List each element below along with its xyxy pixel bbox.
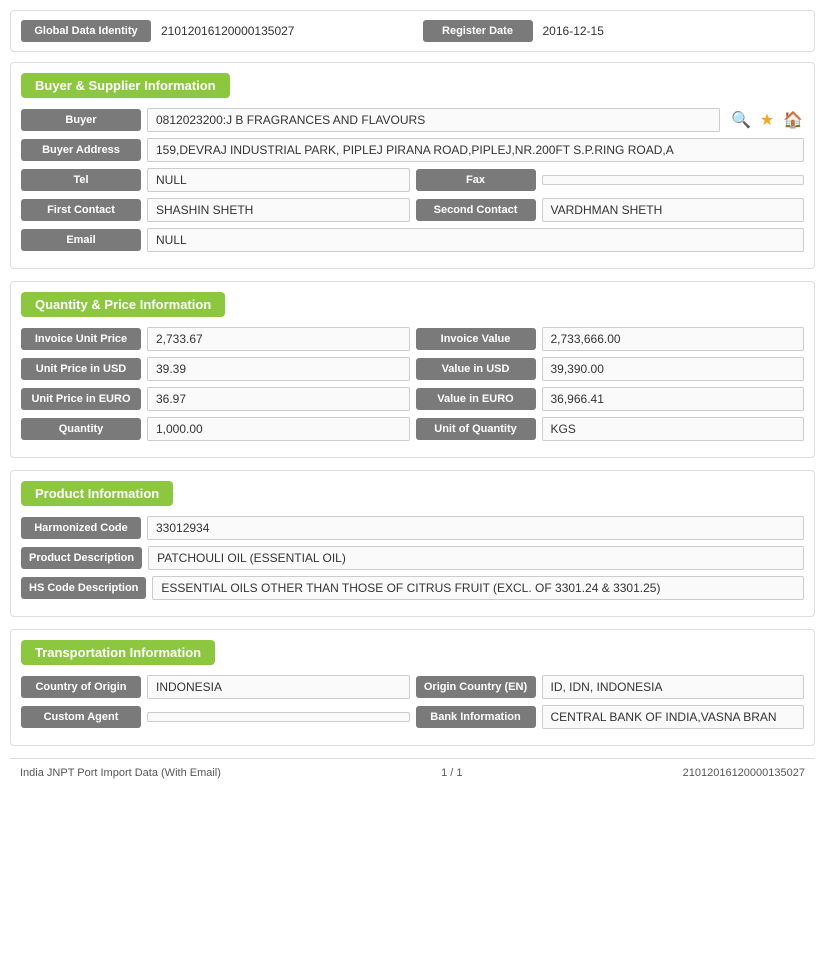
country-origin-row: Country of Origin INDONESIA Origin Count…	[21, 675, 804, 699]
reg-date-label: Register Date	[423, 20, 533, 42]
footer-center: 1 / 1	[441, 767, 462, 779]
origin-country-en-value: ID, IDN, INDONESIA	[542, 675, 805, 699]
buyer-icons: 🔍 ★ 🏠	[730, 109, 804, 131]
tel-fax-row: Tel NULL Fax	[21, 168, 804, 192]
origin-country-en-label: Origin Country (EN)	[416, 676, 536, 698]
value-usd-value: 39,390.00	[542, 357, 805, 381]
home-icon[interactable]: 🏠	[782, 109, 804, 131]
value-euro-value: 36,966.41	[542, 387, 805, 411]
country-of-origin-label: Country of Origin	[21, 676, 141, 698]
harmonized-code-value: 33012934	[147, 516, 804, 540]
hs-code-description-row: HS Code Description ESSENTIAL OILS OTHER…	[21, 576, 804, 600]
tel-label: Tel	[21, 169, 141, 191]
harmonized-code-row: Harmonized Code 33012934	[21, 516, 804, 540]
invoice-value-label: Invoice Value	[416, 328, 536, 350]
gdi-label: Global Data Identity	[21, 20, 151, 42]
footer-right: 21012016120000135027	[683, 767, 805, 779]
gdi-value: 21012016120000135027	[151, 19, 423, 43]
star-icon[interactable]: ★	[756, 109, 778, 131]
country-of-origin-value: INDONESIA	[147, 675, 410, 699]
fax-value	[542, 175, 805, 185]
unit-of-quantity-value: KGS	[542, 417, 805, 441]
quantity-value: 1,000.00	[147, 417, 410, 441]
quantity-row: Quantity 1,000.00 Unit of Quantity KGS	[21, 417, 804, 441]
fax-label: Fax	[416, 169, 536, 191]
global-identity-bar: Global Data Identity 2101201612000013502…	[10, 10, 815, 52]
contacts-row: First Contact SHASHIN SHETH Second Conta…	[21, 198, 804, 222]
buyer-row: Buyer 0812023200:J B FRAGRANCES AND FLAV…	[21, 108, 804, 132]
invoice-value-value: 2,733,666.00	[542, 327, 805, 351]
footer-left: India JNPT Port Import Data (With Email)	[20, 767, 221, 779]
buyer-label: Buyer	[21, 109, 141, 131]
value-euro-label: Value in EURO	[416, 388, 536, 410]
product-title: Product Information	[21, 481, 173, 506]
search-icon[interactable]: 🔍	[730, 109, 752, 131]
euro-row: Unit Price in EURO 36.97 Value in EURO 3…	[21, 387, 804, 411]
unit-price-usd-value: 39.39	[147, 357, 410, 381]
invoice-unit-price-row: Invoice Unit Price 2,733.67 Invoice Valu…	[21, 327, 804, 351]
harmonized-code-label: Harmonized Code	[21, 517, 141, 539]
transportation-section: Transportation Information Country of Or…	[10, 629, 815, 746]
transportation-title: Transportation Information	[21, 640, 215, 665]
buyer-address-label: Buyer Address	[21, 139, 141, 161]
unit-of-quantity-label: Unit of Quantity	[416, 418, 536, 440]
custom-agent-bank-row: Custom Agent Bank Information CENTRAL BA…	[21, 705, 804, 729]
buyer-supplier-title: Buyer & Supplier Information	[21, 73, 230, 98]
quantity-label: Quantity	[21, 418, 141, 440]
custom-agent-label: Custom Agent	[21, 706, 141, 728]
tel-value: NULL	[147, 168, 410, 192]
page-footer: India JNPT Port Import Data (With Email)…	[10, 758, 815, 787]
invoice-unit-price-value: 2,733.67	[147, 327, 410, 351]
product-description-label: Product Description	[21, 547, 142, 569]
buyer-supplier-section: Buyer & Supplier Information Buyer 08120…	[10, 62, 815, 269]
first-contact-label: First Contact	[21, 199, 141, 221]
second-contact-value: VARDHMAN SHETH	[542, 198, 805, 222]
product-description-row: Product Description PATCHOULI OIL (ESSEN…	[21, 546, 804, 570]
invoice-unit-price-label: Invoice Unit Price	[21, 328, 141, 350]
product-description-value: PATCHOULI OIL (ESSENTIAL OIL)	[148, 546, 804, 570]
quantity-price-title: Quantity & Price Information	[21, 292, 225, 317]
email-label: Email	[21, 229, 141, 251]
unit-price-euro-label: Unit Price in EURO	[21, 388, 141, 410]
bank-information-label: Bank Information	[416, 706, 536, 728]
custom-agent-value	[147, 712, 410, 722]
usd-row: Unit Price in USD 39.39 Value in USD 39,…	[21, 357, 804, 381]
buyer-value: 0812023200:J B FRAGRANCES AND FLAVOURS	[147, 108, 720, 132]
email-value: NULL	[147, 228, 804, 252]
reg-date-value: 2016-12-15	[533, 19, 805, 43]
buyer-address-value: 159,DEVRAJ INDUSTRIAL PARK, PIPLEJ PIRAN…	[147, 138, 804, 162]
hs-code-description-value: ESSENTIAL OILS OTHER THAN THOSE OF CITRU…	[152, 576, 804, 600]
bank-information-value: CENTRAL BANK OF INDIA,VASNA BRAN	[542, 705, 805, 729]
quantity-price-section: Quantity & Price Information Invoice Uni…	[10, 281, 815, 458]
first-contact-value: SHASHIN SHETH	[147, 198, 410, 222]
email-row: Email NULL	[21, 228, 804, 252]
buyer-address-row: Buyer Address 159,DEVRAJ INDUSTRIAL PARK…	[21, 138, 804, 162]
second-contact-label: Second Contact	[416, 199, 536, 221]
value-usd-label: Value in USD	[416, 358, 536, 380]
hs-code-description-label: HS Code Description	[21, 577, 146, 599]
unit-price-euro-value: 36.97	[147, 387, 410, 411]
unit-price-usd-label: Unit Price in USD	[21, 358, 141, 380]
product-section: Product Information Harmonized Code 3301…	[10, 470, 815, 617]
